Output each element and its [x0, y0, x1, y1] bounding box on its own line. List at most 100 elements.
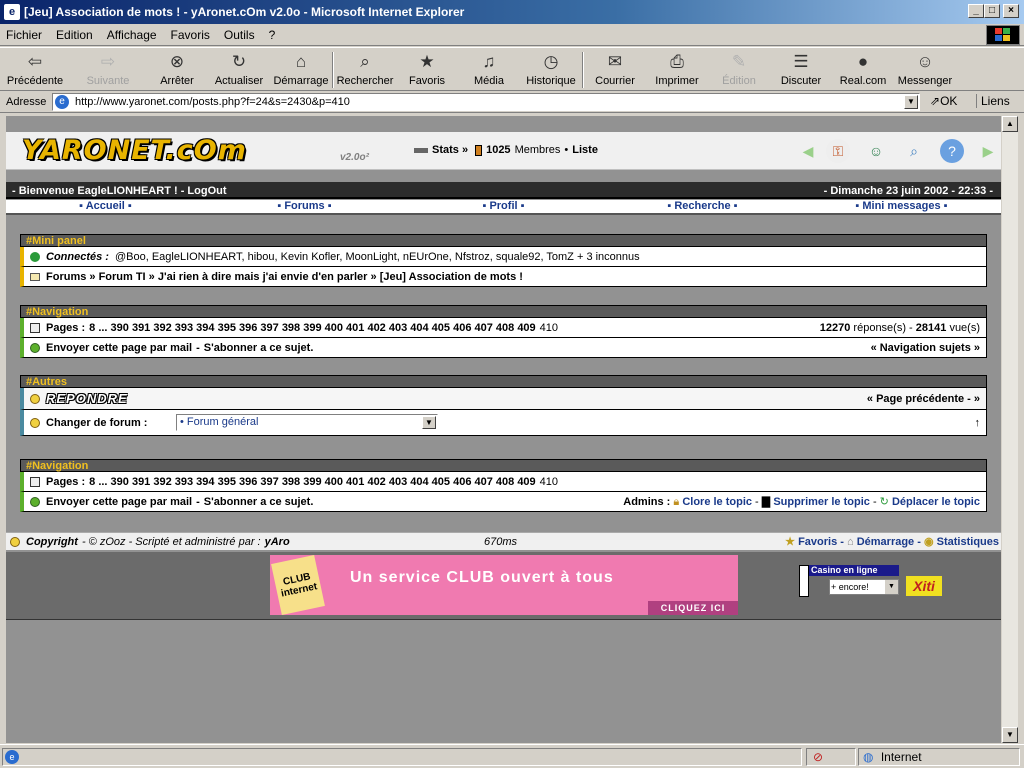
- home-icon: ⌂: [295, 52, 307, 71]
- chevron-down-icon[interactable]: ▼: [885, 580, 898, 594]
- nav-forums[interactable]: ▪ Forums ▪: [205, 200, 404, 213]
- stats-link[interactable]: Stats »: [432, 144, 468, 156]
- home-button[interactable]: ⌂ Démarrage: [270, 48, 332, 90]
- window-title: [Jeu] Association de mots ! - yAronet.cO…: [24, 5, 465, 19]
- pages-links[interactable]: 8 ... 390 391 392 393 394 395 396 397 39…: [89, 476, 536, 488]
- nav-subjects-link[interactable]: « Navigation sujets »: [871, 342, 980, 354]
- next-arrow-icon[interactable]: ▶: [976, 139, 1000, 163]
- users-icon[interactable]: ☺: [864, 139, 888, 163]
- privacy-icon[interactable]: ⊘: [813, 750, 823, 764]
- pages-label: Pages :: [46, 475, 86, 488]
- real-button[interactable]: ● Real.com: [832, 48, 894, 90]
- list-link[interactable]: Liste: [572, 144, 598, 156]
- breadcrumb-row: Forums » Forum TI » J'ai rien à dire mai…: [20, 267, 987, 287]
- casino-title[interactable]: Casino en ligne: [799, 565, 899, 576]
- reply-button[interactable]: REPONDRE: [46, 391, 128, 406]
- home-icon: ⌂: [846, 536, 854, 548]
- delete-topic-link[interactable]: Supprimer le topic: [773, 496, 870, 508]
- site-logo[interactable]: YARONET.cOm: [22, 135, 247, 166]
- mail-button[interactable]: ✉ Courrier: [584, 48, 646, 90]
- vertical-scrollbar[interactable]: ▲ ▼: [1002, 116, 1018, 743]
- forum-select[interactable]: • Forum général ▼: [176, 414, 438, 431]
- pub-icon: [799, 565, 809, 597]
- edit-button[interactable]: ✎ Édition: [708, 48, 770, 90]
- discuss-button[interactable]: ☰ Discuter: [770, 48, 832, 90]
- page-viewport: YARONET.cOm v2.0o² Stats » 1025 Membres …: [6, 116, 1001, 743]
- messenger-button[interactable]: ☺ Messenger: [894, 48, 956, 90]
- connected-label: Connectés :: [46, 250, 109, 263]
- welcome-text[interactable]: - Bienvenue EagleLIONHEART ! - LogOut: [12, 185, 227, 197]
- current-page: 410: [539, 321, 559, 334]
- magnifier-icon[interactable]: ⌕: [902, 139, 926, 163]
- actions-row: Envoyer cette page par mail - S'abonner …: [20, 492, 987, 512]
- history-icon: ◷: [543, 52, 559, 71]
- footer-stats-link[interactable]: Statistiques: [937, 536, 999, 548]
- forward-button[interactable]: ⇨ Suivante: [70, 48, 146, 90]
- keys-icon[interactable]: ⚿: [826, 139, 850, 163]
- menu-fichier[interactable]: Fichier: [6, 28, 42, 42]
- address-input[interactable]: e http://www.yaronet.com/posts.php?f=24&…: [52, 93, 920, 111]
- footer-favoris-link[interactable]: Favoris -: [798, 536, 844, 548]
- print-button[interactable]: ⎙ Imprimer: [646, 48, 708, 90]
- casino-select[interactable]: + encore! ▼: [829, 579, 899, 595]
- admin-name[interactable]: yAro: [265, 536, 290, 548]
- stop-button[interactable]: ⊗ Arrêter: [146, 48, 208, 90]
- nav-recherche[interactable]: ▪ Recherche ▪: [603, 200, 802, 213]
- nav-accueil[interactable]: ▪ Accueil ▪: [6, 200, 205, 213]
- club-internet-banner[interactable]: CLUB internet Un service CLUB ouvert à t…: [270, 554, 738, 616]
- favorites-icon: ★: [419, 52, 435, 71]
- scroll-top-link[interactable]: ↑: [975, 417, 981, 429]
- subscribe-link[interactable]: S'abonner a ce sujet.: [204, 342, 314, 354]
- banner-click-button[interactable]: CLIQUEZ ICI: [648, 601, 738, 615]
- real-icon: ●: [857, 52, 869, 71]
- address-dropdown-button[interactable]: ▼: [904, 95, 918, 109]
- casino-widget: Casino en ligne + encore! ▼: [799, 565, 899, 597]
- send-email-link[interactable]: Envoyer cette page par mail: [46, 496, 192, 508]
- close-topic-link[interactable]: Clore le topic: [682, 496, 752, 508]
- prev-page-link[interactable]: « Page précédente - »: [867, 393, 980, 405]
- status-message: e: [2, 748, 802, 766]
- breadcrumb[interactable]: Forums » Forum TI » J'ai rien à dire mai…: [46, 271, 523, 283]
- prev-arrow-icon[interactable]: ◀: [796, 139, 820, 163]
- pages-links[interactable]: 8 ... 390 391 392 393 394 395 396 397 39…: [89, 322, 536, 334]
- menu-help[interactable]: ?: [269, 28, 276, 42]
- footer-demarrage-link[interactable]: Démarrage -: [857, 536, 921, 548]
- subscribe-link[interactable]: S'abonner a ce sujet.: [204, 496, 314, 508]
- welcome-bar: - Bienvenue EagleLIONHEART ! - LogOut - …: [6, 182, 1001, 199]
- chevron-down-icon[interactable]: ▼: [422, 416, 436, 429]
- address-bar: Adresse e http://www.yaronet.com/posts.p…: [0, 91, 1024, 113]
- panel-title: #Mini panel: [20, 234, 987, 247]
- favorites-button[interactable]: ★ Favoris: [396, 48, 458, 90]
- panel-title: #Navigation: [20, 459, 987, 472]
- menu-outils[interactable]: Outils: [224, 28, 255, 42]
- links-button[interactable]: Liens: [976, 94, 1010, 108]
- back-button[interactable]: ⇦ Précédente: [0, 48, 70, 90]
- help-icon[interactable]: ?: [940, 139, 964, 163]
- edit-icon: ✎: [731, 52, 747, 71]
- autres-panel: #Autres REPONDRE « Page précédente - » C…: [20, 375, 987, 436]
- search-button[interactable]: ⌕ Rechercher: [334, 48, 396, 90]
- menu-affichage[interactable]: Affichage: [107, 28, 157, 42]
- nav-profil[interactable]: ▪ Profil ▪: [404, 200, 603, 213]
- connected-row: Connectés : @Boo, EagleLIONHEART, hibou,…: [20, 247, 987, 267]
- send-email-link[interactable]: Envoyer cette page par mail: [46, 342, 192, 354]
- xiti-logo[interactable]: Xiti: [906, 576, 942, 596]
- stats-icon: [414, 147, 428, 153]
- menu-edition[interactable]: Edition: [56, 28, 93, 42]
- media-button[interactable]: ♫ Média: [458, 48, 520, 90]
- scroll-down-button[interactable]: ▼: [1002, 727, 1018, 743]
- refresh-button[interactable]: ↻ Actualiser: [208, 48, 270, 90]
- connected-list[interactable]: @Boo, EagleLIONHEART, hibou, Kevin Kofle…: [115, 251, 640, 263]
- scroll-up-button[interactable]: ▲: [1002, 116, 1018, 132]
- nav-mini-messages[interactable]: ▪ Mini messages ▪: [802, 200, 1001, 213]
- go-button[interactable]: ⇗OK: [930, 94, 957, 108]
- site-stats: Stats » 1025 Membres • Liste: [414, 144, 598, 156]
- maximize-button[interactable]: □: [984, 4, 1000, 18]
- discuss-icon: ☰: [793, 52, 809, 71]
- change-forum-label: Changer de forum :: [46, 416, 148, 429]
- minimize-button[interactable]: _: [968, 4, 984, 18]
- menu-favoris[interactable]: Favoris: [171, 28, 210, 42]
- move-topic-link[interactable]: Déplacer le topic: [892, 496, 980, 508]
- history-button[interactable]: ◷ Historique: [520, 48, 582, 90]
- close-button[interactable]: ×: [1003, 4, 1019, 18]
